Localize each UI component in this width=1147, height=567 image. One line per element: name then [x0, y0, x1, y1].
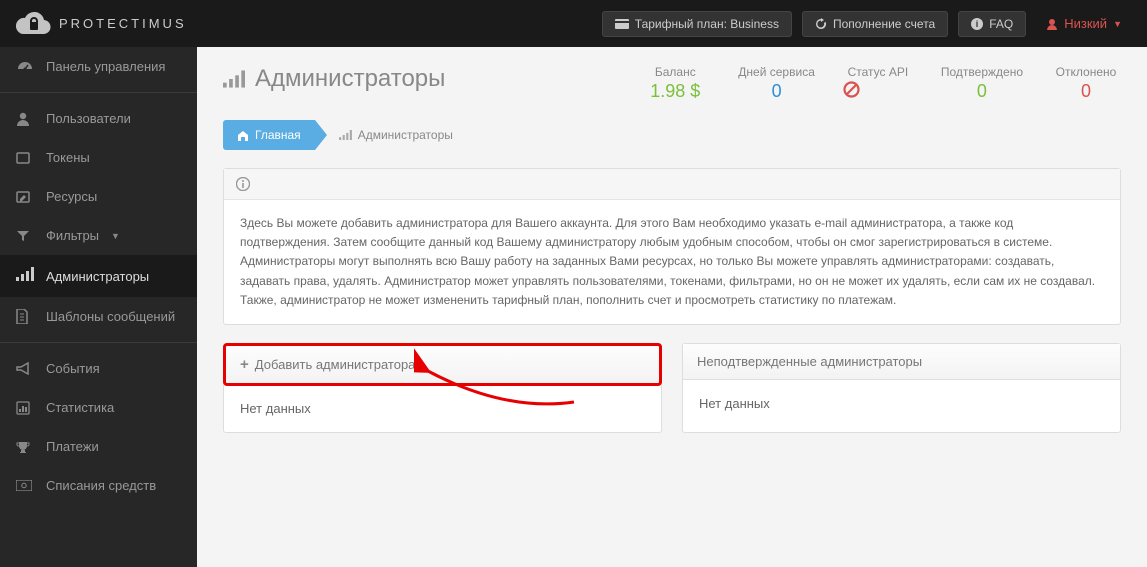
- sidebar-item-label: Администраторы: [46, 269, 149, 284]
- sidebar-item-label: Токены: [46, 150, 90, 165]
- info-icon: [236, 177, 1108, 191]
- svg-text:i: i: [976, 19, 979, 29]
- sidebar-item-templates[interactable]: Шаблоны сообщений: [0, 297, 197, 336]
- stat-label: Подтверждено: [941, 65, 1023, 79]
- sidebar-item-stats[interactable]: Статистика: [0, 388, 197, 427]
- sidebar-item-dashboard[interactable]: Панель управления: [0, 47, 197, 86]
- caret-down-icon: ▼: [111, 231, 120, 241]
- user-icon: [1046, 18, 1058, 30]
- unconfirmed-head: Неподтвержденные администраторы: [683, 344, 1120, 380]
- signal-icon: [16, 267, 34, 285]
- gauge-icon: [16, 60, 34, 74]
- stat-value: 0: [1051, 81, 1121, 102]
- info-text: Здесь Вы можете добавить администратора …: [224, 200, 1120, 324]
- panel-body-nodata: Нет данных: [683, 380, 1120, 427]
- panel-body-nodata: Нет данных: [224, 385, 661, 432]
- page-title: Администраторы: [223, 65, 445, 93]
- stat-label: Статус API: [843, 65, 913, 79]
- file-icon: [16, 309, 34, 324]
- money-icon: [16, 480, 34, 491]
- panels-row: + Добавить администратора Нет данных Неп…: [223, 343, 1121, 433]
- topup-label: Пополнение счета: [833, 17, 935, 31]
- cloud-lock-icon: [15, 11, 53, 37]
- crumb-current: Администраторы: [315, 120, 467, 150]
- caret-down-icon: ▼: [1113, 19, 1122, 29]
- page-header: Администраторы Баланс 1.98 $ Дней сервис…: [197, 47, 1147, 114]
- topup-button[interactable]: Пополнение счета: [802, 11, 948, 37]
- unconfirmed-label: Неподтвержденные администраторы: [697, 354, 922, 369]
- sidebar: Панель управления Пользователи Токены Ре…: [0, 47, 197, 567]
- token-icon: [16, 151, 34, 165]
- sidebar-item-payments[interactable]: Платежи: [0, 427, 197, 466]
- signal-icon: [223, 70, 245, 88]
- filter-icon: [16, 229, 34, 243]
- trophy-icon: [16, 440, 34, 454]
- crumb-home-label: Главная: [255, 128, 301, 142]
- sidebar-item-label: Панель управления: [46, 59, 165, 74]
- user-label: Низкий: [1064, 16, 1107, 31]
- plus-icon: +: [240, 356, 249, 373]
- stat-days: Дней сервиса 0: [738, 65, 815, 102]
- panel-add-admin: + Добавить администратора Нет данных: [223, 343, 662, 433]
- sidebar-item-filters[interactable]: Фильтры ▼: [0, 216, 197, 255]
- page-title-text: Администраторы: [255, 65, 445, 93]
- stat-declined: Отклонено 0: [1051, 65, 1121, 102]
- sidebar-item-events[interactable]: События: [0, 349, 197, 388]
- add-admin-button[interactable]: + Добавить администратора: [223, 343, 662, 386]
- stat-api: Статус API: [843, 65, 913, 102]
- card-icon: [615, 19, 629, 29]
- brand-logo[interactable]: PROTECTIMUS: [15, 11, 187, 37]
- user-icon: [16, 112, 34, 126]
- info-head: [224, 169, 1120, 200]
- sidebar-item-tokens[interactable]: Токены: [0, 138, 197, 177]
- topbar: PROTECTIMUS Тарифный план: Business Попо…: [0, 0, 1147, 47]
- stat-label: Дней сервиса: [738, 65, 815, 79]
- sidebar-item-resources[interactable]: Ресурсы: [0, 177, 197, 216]
- stat-value: 1.98 $: [640, 81, 710, 102]
- stat-label: Отклонено: [1051, 65, 1121, 79]
- info-icon: i: [971, 18, 983, 30]
- sidebar-item-label: Шаблоны сообщений: [46, 309, 175, 324]
- sidebar-item-label: Ресурсы: [46, 189, 97, 204]
- faq-button[interactable]: i FAQ: [958, 11, 1026, 37]
- signal-icon: [339, 130, 352, 140]
- sidebar-item-label: События: [46, 361, 100, 376]
- edit-icon: [16, 190, 34, 204]
- content-area: Главная Администраторы Здесь Вы можете д…: [197, 114, 1147, 457]
- sidebar-item-label: Списания средств: [46, 478, 156, 493]
- sidebar-item-label: Пользователи: [46, 111, 131, 126]
- stat-confirmed: Подтверждено 0: [941, 65, 1023, 102]
- stat-label: Баланс: [640, 65, 710, 79]
- home-icon: [237, 130, 249, 141]
- crumb-home[interactable]: Главная: [223, 120, 315, 150]
- ban-icon: [843, 81, 913, 98]
- sidebar-item-users[interactable]: Пользователи: [0, 99, 197, 138]
- sidebar-item-label: Фильтры: [46, 228, 99, 243]
- tariff-button[interactable]: Тарифный план: Business: [602, 11, 792, 37]
- megaphone-icon: [16, 362, 34, 375]
- breadcrumb: Главная Администраторы: [223, 120, 1121, 150]
- panel-unconfirmed: Неподтвержденные администраторы Нет данн…: [682, 343, 1121, 433]
- sidebar-item-writeoffs[interactable]: Списания средств: [0, 466, 197, 505]
- stat-balance: Баланс 1.98 $: [640, 65, 710, 102]
- topbar-actions: Тарифный план: Business Пополнение счета…: [602, 11, 1132, 37]
- info-panel: Здесь Вы можете добавить администратора …: [223, 168, 1121, 325]
- stat-value: 0: [941, 81, 1023, 102]
- faq-label: FAQ: [989, 17, 1013, 31]
- bars-icon: [16, 401, 34, 415]
- sidebar-item-label: Статистика: [46, 400, 114, 415]
- user-menu[interactable]: Низкий ▼: [1036, 11, 1132, 37]
- sidebar-item-label: Платежи: [46, 439, 99, 454]
- tariff-label: Тарифный план: Business: [635, 17, 779, 31]
- main-content: Администраторы Баланс 1.98 $ Дней сервис…: [197, 47, 1147, 567]
- brand-text: PROTECTIMUS: [59, 16, 187, 31]
- add-admin-label: Добавить администратора: [255, 357, 416, 372]
- crumb-current-label: Администраторы: [358, 128, 453, 142]
- header-stats: Баланс 1.98 $ Дней сервиса 0 Статус API …: [640, 65, 1121, 102]
- sidebar-item-admins[interactable]: Администраторы: [0, 255, 197, 297]
- refresh-icon: [815, 18, 827, 30]
- stat-value: 0: [738, 81, 815, 102]
